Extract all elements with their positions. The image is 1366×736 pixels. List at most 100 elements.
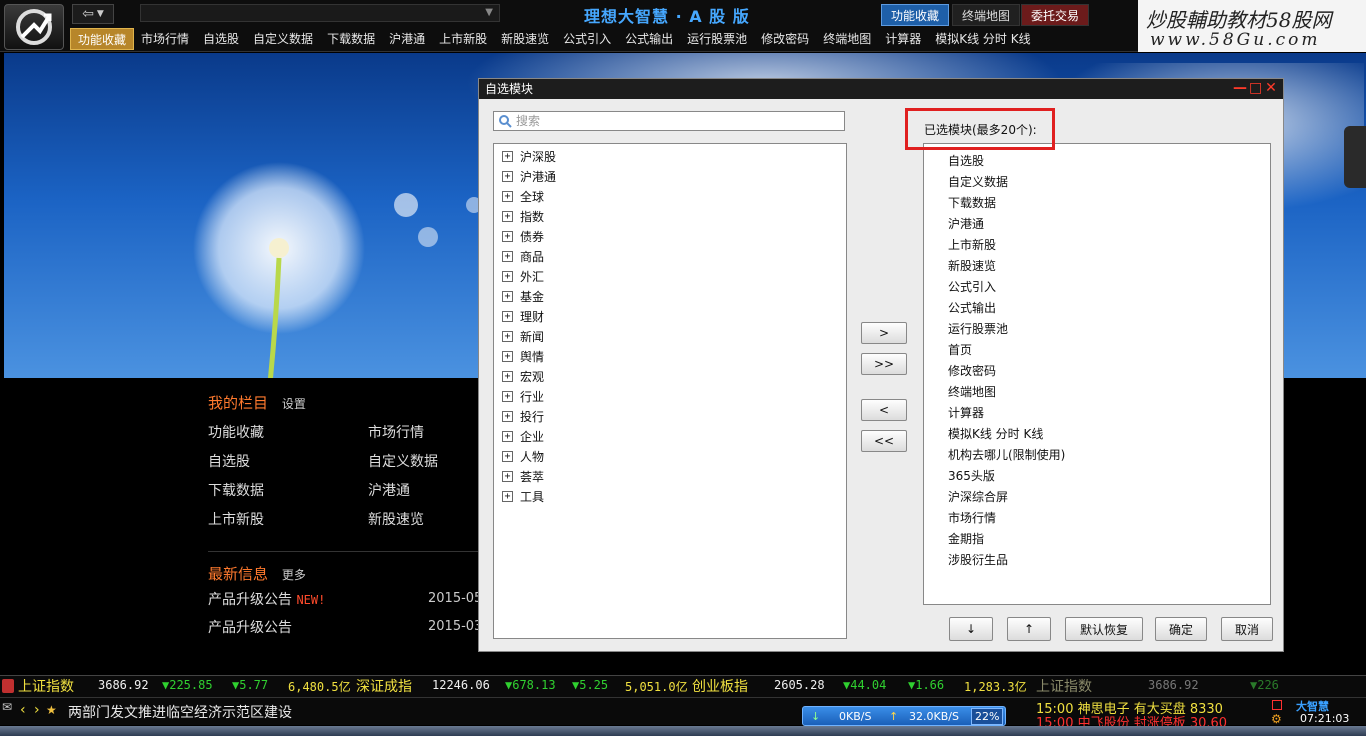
gear-icon[interactable]: ⚙ — [1271, 712, 1282, 726]
menu-item-formula-export[interactable]: 公式输出 — [618, 28, 680, 50]
expand-icon[interactable]: + — [502, 290, 513, 302]
move-down-button[interactable]: ↓ — [949, 617, 993, 641]
tree-item[interactable]: + 新闻 — [494, 326, 846, 346]
expand-icon[interactable]: + — [502, 310, 513, 322]
selected-item[interactable]: 上市新股 — [924, 236, 1270, 257]
ad-banner[interactable]: 炒股輔助教材58股网 www.58Gu.com — [1138, 0, 1366, 52]
tree-item[interactable]: + 工具 — [494, 486, 846, 506]
expand-icon[interactable]: + — [502, 390, 513, 402]
menu-item-change-password[interactable]: 修改密码 — [754, 28, 816, 50]
restore-default-button[interactable]: 默认恢复 — [1065, 617, 1143, 641]
tab-trade[interactable]: 委托交易 — [1021, 4, 1090, 26]
selected-item[interactable]: 新股速览 — [924, 257, 1270, 278]
tree-item[interactable]: + 基金 — [494, 286, 846, 306]
home-link-favorites[interactable]: 功能收藏 — [208, 422, 264, 442]
selected-item[interactable]: 自定义数据 — [924, 173, 1270, 194]
tab-terminal-map[interactable]: 终端地图 — [952, 4, 1021, 26]
mail-icon[interactable]: ✉ — [2, 700, 12, 714]
expand-icon[interactable]: + — [502, 370, 513, 382]
selected-item[interactable]: 下载数据 — [924, 194, 1270, 215]
home-link-market[interactable]: 市场行情 — [368, 422, 424, 442]
news-item[interactable]: 产品升级公告 — [208, 617, 292, 637]
menu-item-ipo[interactable]: 上市新股 — [432, 28, 494, 50]
tree-item[interactable]: + 企业 — [494, 426, 846, 446]
menu-item-watchlist[interactable]: 自选股 — [196, 28, 246, 50]
tree-item[interactable]: + 投行 — [494, 406, 846, 426]
selected-item[interactable]: 公式引入 — [924, 278, 1270, 299]
side-collapse-tab[interactable] — [1344, 126, 1366, 188]
news-prev-icon[interactable]: ‹ — [20, 702, 26, 718]
selected-module-list[interactable]: 自选股 自定义数据 下载数据 沪港通 上市新股 新股速览 公式引入 公式输出 运… — [923, 143, 1271, 605]
remove-button[interactable]: < — [861, 399, 907, 421]
tree-item[interactable]: + 人物 — [494, 446, 846, 466]
cy-index-name[interactable]: 创业板指 — [692, 676, 748, 696]
home-link-hk-connect[interactable]: 沪港通 — [368, 480, 410, 500]
expand-icon[interactable]: + — [502, 190, 513, 202]
home-link-watchlist[interactable]: 自选股 — [208, 451, 250, 471]
address-dropdown[interactable]: ▼ — [140, 4, 500, 22]
search-input[interactable] — [516, 113, 836, 129]
tree-item[interactable]: + 指数 — [494, 206, 846, 226]
selected-item[interactable]: 市场行情 — [924, 509, 1270, 530]
selected-item[interactable]: 终端地图 — [924, 383, 1270, 404]
selected-item[interactable]: 计算器 — [924, 404, 1270, 425]
selected-item[interactable]: 首页 — [924, 341, 1270, 362]
expand-icon[interactable]: + — [502, 470, 513, 482]
menu-item-stock-pool[interactable]: 运行股票池 — [680, 28, 754, 50]
expand-icon[interactable]: + — [502, 210, 513, 222]
home-link-custom-data[interactable]: 自定义数据 — [368, 451, 438, 471]
menu-item-favorites[interactable]: 功能收藏 — [70, 28, 135, 50]
home-link-download[interactable]: 下载数据 — [208, 480, 264, 500]
back-button[interactable]: ⇦ ▼ — [72, 4, 114, 24]
move-up-button[interactable]: ↑ — [1007, 617, 1051, 641]
home-link-new-stocks[interactable]: 新股速览 — [368, 509, 424, 529]
star-icon[interactable]: ★ — [46, 703, 57, 717]
tree-item[interactable]: + 外汇 — [494, 266, 846, 286]
selected-item[interactable]: 运行股票池 — [924, 320, 1270, 341]
ok-button[interactable]: 确定 — [1155, 617, 1207, 641]
add-all-button[interactable]: >> — [861, 353, 907, 375]
maximize-icon[interactable]: □ — [1249, 81, 1262, 95]
tree-item[interactable]: + 沪深股 — [494, 146, 846, 166]
menu-item-download[interactable]: 下载数据 — [320, 28, 382, 50]
selected-item[interactable]: 修改密码 — [924, 362, 1270, 383]
tree-item[interactable]: + 全球 — [494, 186, 846, 206]
tree-item[interactable]: + 行业 — [494, 386, 846, 406]
cancel-button[interactable]: 取消 — [1221, 617, 1273, 641]
menu-item-terminal-map[interactable]: 终端地图 — [816, 28, 878, 50]
selected-item[interactable]: 公式输出 — [924, 299, 1270, 320]
tree-item[interactable]: + 理财 — [494, 306, 846, 326]
tree-item[interactable]: + 沪港通 — [494, 166, 846, 186]
selected-item[interactable]: 沪深综合屏 — [924, 488, 1270, 509]
app-logo[interactable] — [4, 4, 64, 50]
selected-item[interactable]: 自选股 — [924, 152, 1270, 173]
menu-item-calculator[interactable]: 计算器 — [878, 28, 928, 50]
close-icon[interactable]: ✕ — [1265, 81, 1277, 95]
tree-item[interactable]: + 舆情 — [494, 346, 846, 366]
selected-item[interactable]: 机构去哪儿(限制使用) — [924, 446, 1270, 467]
selected-item[interactable]: 涉股衍生品 — [924, 551, 1270, 572]
window-icon[interactable] — [1272, 700, 1282, 710]
selected-item[interactable]: 365头版 — [924, 467, 1270, 488]
sh-index-name[interactable]: 上证指数 — [18, 676, 74, 696]
selected-item[interactable]: 沪港通 — [924, 215, 1270, 236]
expand-icon[interactable]: + — [502, 250, 513, 262]
more-link[interactable]: 更多 — [282, 568, 306, 582]
add-button[interactable]: > — [861, 322, 907, 344]
expand-icon[interactable]: + — [502, 170, 513, 182]
remove-all-button[interactable]: << — [861, 430, 907, 452]
home-link-ipo[interactable]: 上市新股 — [208, 509, 264, 529]
menu-item-hk-connect[interactable]: 沪港通 — [382, 28, 432, 50]
news-next-icon[interactable]: › — [34, 702, 40, 718]
tree-item[interactable]: + 荟萃 — [494, 466, 846, 486]
expand-icon[interactable]: + — [502, 150, 513, 162]
tree-item[interactable]: + 宏观 — [494, 366, 846, 386]
expand-icon[interactable]: + — [502, 430, 513, 442]
expand-icon[interactable]: + — [502, 270, 513, 282]
news-scroll-text[interactable]: 两部门发文推进临空经济示范区建设 — [68, 702, 292, 722]
sz-index-name[interactable]: 深证成指 — [356, 676, 412, 696]
selected-item[interactable]: 模拟K线 分时 K线 — [924, 425, 1270, 446]
right-index-name[interactable]: 上证指数 — [1036, 676, 1092, 696]
expand-icon[interactable]: + — [502, 230, 513, 242]
expand-icon[interactable]: + — [502, 490, 513, 502]
